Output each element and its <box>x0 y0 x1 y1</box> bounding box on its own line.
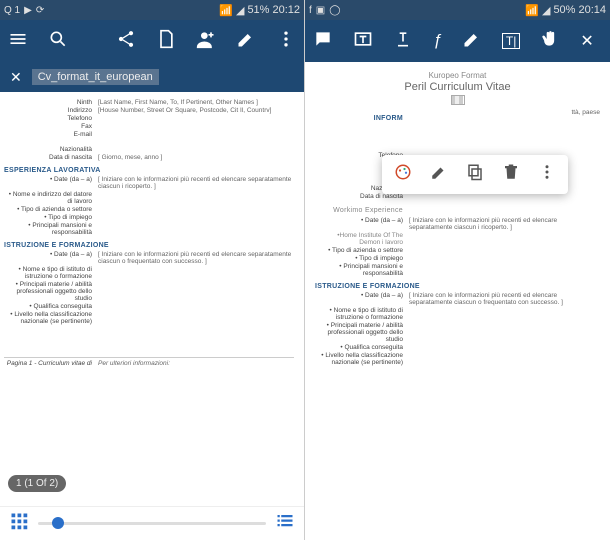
hint-name: [Last Name, First Name, To, If Pertinent… <box>98 99 294 106</box>
work-item: • Nome e indirizzo del datore di lavoro <box>4 191 92 205</box>
edu-item: • Qualifica conseguita <box>4 303 92 310</box>
grid-icon[interactable] <box>10 512 28 535</box>
edu-item: • Nome e tipo di istituto di istruzione … <box>4 266 92 280</box>
slider-thumb[interactable] <box>52 517 64 529</box>
page-slider[interactable] <box>38 522 266 525</box>
status-bar: Q 1 ▶ ⟳ 📶 ◢ 51% 20:12 <box>0 0 304 20</box>
page-indicator: 1 (1 Of 2) <box>8 475 66 492</box>
bottom-bar <box>0 506 304 540</box>
tab-bar: ✕ Cv_format_it_european <box>0 62 304 92</box>
annotation-toolbar: ƒ T| ✕ <box>305 20 610 62</box>
file-icon[interactable] <box>156 29 176 54</box>
wifi-icon: 📶 <box>525 4 539 17</box>
add-user-icon[interactable] <box>196 29 216 54</box>
work-date-label: • Date (da – a) <box>315 217 403 231</box>
flag-icon <box>451 95 465 105</box>
signal-icon: ◢ <box>236 4 244 17</box>
left-screen: Q 1 ▶ ⟳ 📶 ◢ 51% 20:12 ✕ Cv_format_it_eur… <box>0 0 305 540</box>
section-work-heading: Workimo Experience <box>315 207 403 214</box>
label-email: E-mail <box>4 131 92 138</box>
color-palette-icon[interactable] <box>394 163 412 186</box>
doc-title-1: Kuropeo Format <box>315 72 600 81</box>
play-icon: ▶ <box>24 5 32 16</box>
facebook-icon: f <box>309 5 312 16</box>
document-viewport[interactable]: Ninth [Last Name, First Name, To, If Pert… <box>0 92 304 506</box>
refresh-icon: ⟳ <box>36 5 44 16</box>
wifi-icon: 📶 <box>219 4 233 17</box>
text-box-icon[interactable] <box>353 29 373 54</box>
edu-date-label: • Date (da – a) <box>4 251 92 265</box>
edu-hint: [ Iniziare con le informazioni più recen… <box>409 292 600 306</box>
text-type-icon[interactable]: T| <box>502 33 520 49</box>
battery-text: 50% <box>553 4 575 16</box>
draw-icon[interactable] <box>462 29 482 54</box>
edu-date-label: • Date (da – a) <box>315 292 403 306</box>
label-fax: Fax <box>4 123 92 130</box>
section-info-heading: INFORM <box>315 115 403 122</box>
label-address: Indirizzo <box>4 107 92 114</box>
pan-hand-icon[interactable] <box>540 29 560 54</box>
edu-item: • Qualifica conseguita <box>315 344 403 351</box>
close-tab-icon[interactable]: ✕ <box>10 69 22 86</box>
circle-icon: ◯ <box>329 5 340 16</box>
work-item: • Tipo di azienda o settore <box>4 206 92 213</box>
clock-text: 20:14 <box>578 4 606 16</box>
work-item: • Tipo di impiego <box>315 255 403 262</box>
signal-icon: ◢ <box>542 4 550 17</box>
work-item: • Principali mansioni e responsabilità <box>4 222 92 236</box>
text-underline-icon[interactable] <box>393 29 413 54</box>
section-edu-heading: ISTRUZIONE E FORMAZIONE <box>4 242 294 249</box>
delete-icon[interactable] <box>502 163 520 186</box>
hint-birth: [ Giorno, mese, anno ] <box>98 154 294 161</box>
signature-icon[interactable]: ƒ <box>433 32 442 50</box>
battery-text: 51% <box>247 4 269 16</box>
share-icon[interactable] <box>116 29 136 54</box>
label-nationality: Nazionalità <box>4 146 92 153</box>
label-birthdate: Data di nascita <box>4 154 92 161</box>
edu-item: • Principali materie / abilità professio… <box>4 281 92 302</box>
section-edu-heading: ISTRUZIONE E FORMAZIONE <box>315 283 600 290</box>
edu-item: • Principali materie / abilità professio… <box>315 322 403 343</box>
work-item: • Principali mansioni e responsabilità <box>315 263 403 277</box>
work-item: • Tipo di azienda o settore <box>315 247 403 254</box>
edu-item: • Livello nella classificazione nazional… <box>315 352 403 366</box>
main-toolbar <box>0 20 304 62</box>
search-icon[interactable] <box>48 29 68 54</box>
right-screen: f ▣ ◯ 📶 ◢ 50% 20:14 ƒ T| ✕ Kuropeo Forma… <box>305 0 610 540</box>
note-icon[interactable] <box>313 29 333 54</box>
work-item: • Tipo di impiego <box>4 214 92 221</box>
work-hint: [ Iniziare con le informazioni più recen… <box>409 217 600 231</box>
edu-item: • Nome e tipo di istituto di istruzione … <box>315 307 403 321</box>
footer-left: Pagina 1 - Curriculum vitae di <box>4 360 92 367</box>
work-date-label: • Date (da – a) <box>4 176 92 190</box>
tab-name[interactable]: Cv_format_it_european <box>32 69 159 85</box>
status-app-text: Q 1 <box>4 5 20 16</box>
more-icon[interactable] <box>276 29 296 54</box>
list-icon[interactable] <box>276 512 294 535</box>
work-hint: [ Iniziare con le informazioni più recen… <box>98 176 294 190</box>
document-viewport[interactable]: Kuropeo Format Peril Curriculum Vitae IN… <box>305 62 610 540</box>
doc-title-2: Peril Curriculum Vitae <box>315 81 600 93</box>
edit-icon[interactable] <box>236 29 256 54</box>
copy-icon[interactable] <box>466 163 484 186</box>
edu-hint: [ Iniziare con le informazioni più recen… <box>98 251 294 265</box>
label-phone: Telefono <box>4 115 92 122</box>
edu-item: • Livello nella classificazione nazional… <box>4 311 92 325</box>
more-icon[interactable] <box>538 163 556 186</box>
work-item: •Home Institute Of The Demon i lavoro <box>315 232 403 246</box>
info-hint: ttà, paese <box>409 109 600 124</box>
context-popup <box>382 155 568 194</box>
app-icon: ▣ <box>316 5 325 16</box>
clock-text: 20:12 <box>272 4 300 16</box>
footer-right: Per ulteriori informazioni: <box>98 360 294 367</box>
section-work-heading: ESPERIENZA LAVORATIVA <box>4 167 294 174</box>
edit-icon[interactable] <box>430 163 448 186</box>
hint-address: [House Number, Street Or Square, Postcod… <box>98 107 294 114</box>
status-bar: f ▣ ◯ 📶 ◢ 50% 20:14 <box>305 0 610 20</box>
menu-icon[interactable] <box>8 29 28 54</box>
label-ninth: Ninth <box>4 99 92 106</box>
close-icon[interactable]: ✕ <box>580 31 593 51</box>
